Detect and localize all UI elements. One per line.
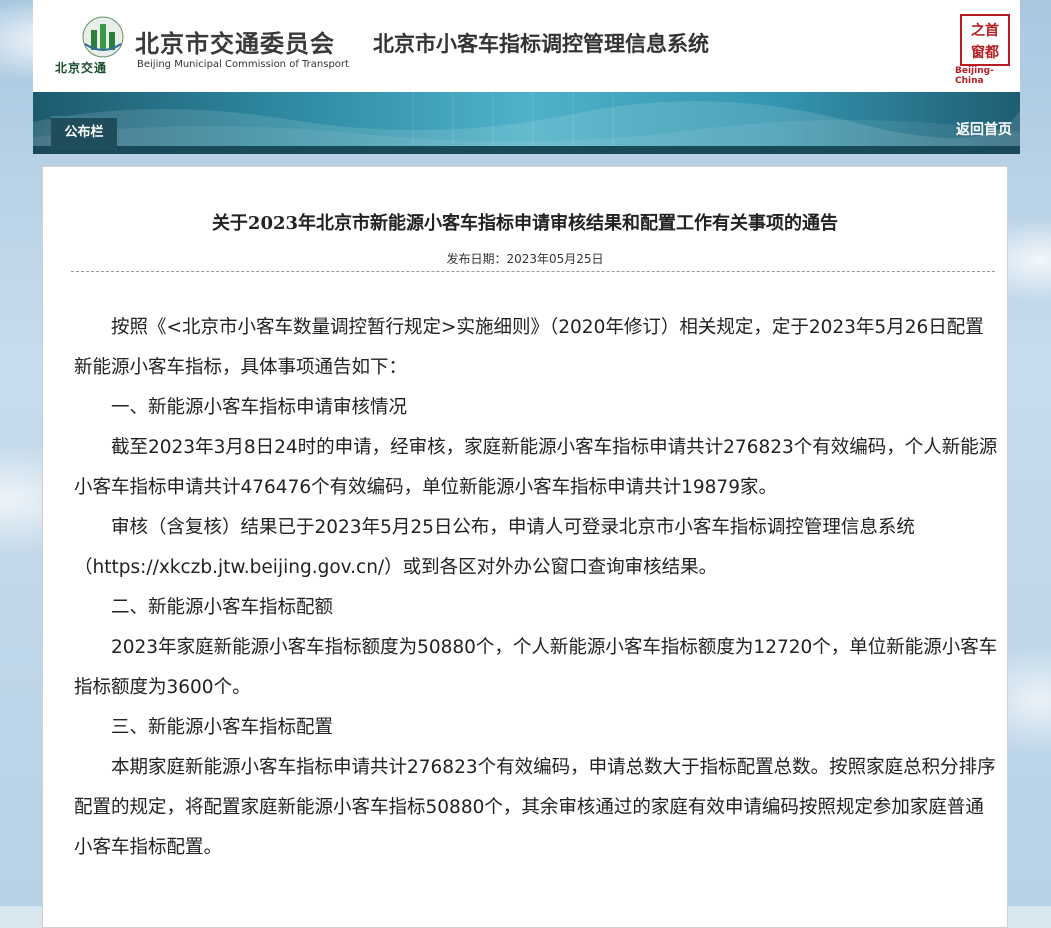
- section-heading: 三、新能源小客车指标配置: [111, 717, 334, 738]
- back-home-link[interactable]: 返回首页: [956, 119, 1012, 139]
- notice-panel: 关于2023年北京市新能源小客车指标申请审核结果和配置工作有关事项的通告 发布日…: [42, 166, 1008, 928]
- site-header: 北京交通 北京市交通委员会 Beijing Municipal Commissi…: [33, 0, 1020, 92]
- notice-paragraph: 截至2023年3月8日24时的申请，经审核，家庭新能源小客车指标申请共计2768…: [74, 437, 998, 498]
- system-title: 北京市小客车指标调控管理信息系统: [373, 32, 709, 56]
- banner-strip: [33, 146, 1020, 154]
- seal-bottom-chars: 窗都: [971, 44, 999, 61]
- banner-wave-decoration: [33, 92, 1020, 154]
- seal-caption: Beijing-China: [955, 66, 994, 86]
- seal-top-chars: 之首: [971, 22, 999, 39]
- logo-caption: 北京交通: [55, 61, 108, 75]
- header-banner: [33, 92, 1020, 154]
- section-heading: 一、新能源小客车指标申请审核情况: [111, 397, 408, 418]
- title-divider: [71, 271, 995, 272]
- tab-bulletin-board[interactable]: 公布栏: [51, 116, 117, 150]
- page-wrapper: 北京交通 北京市交通委员会 Beijing Municipal Commissi…: [33, 0, 1020, 928]
- notice-body: 按照《<北京市小客车数量调控暂行规定>实施细则》（2020年修订）相关规定，定于…: [74, 308, 1000, 868]
- notice-title: 关于2023年北京市新能源小客车指标申请审核结果和配置工作有关事项的通告: [211, 213, 839, 234]
- commission-name-cn: 北京市交通委员会: [135, 30, 335, 58]
- section-heading: 二、新能源小客车指标配额: [111, 597, 334, 618]
- commission-name-en: Beijing Municipal Commission of Transpor…: [137, 59, 349, 70]
- publish-date: 发布日期：2023年05月25日: [446, 252, 604, 266]
- notice-paragraph: 按照《<北京市小客车数量调控暂行规定>实施细则》（2020年修订）相关规定，定于…: [74, 317, 984, 378]
- notice-paragraph: 本期家庭新能源小客车指标申请共计276823个有效编码，申请总数大于指标配置总数…: [74, 757, 996, 858]
- notice-paragraph: 审核（含复核）结果已于2023年5月25日公布，申请人可登录北京市小客车指标调控…: [74, 517, 915, 578]
- notice-paragraph: 2023年家庭新能源小客车指标额度为50880个，个人新能源小客车指标额度为12…: [74, 637, 998, 698]
